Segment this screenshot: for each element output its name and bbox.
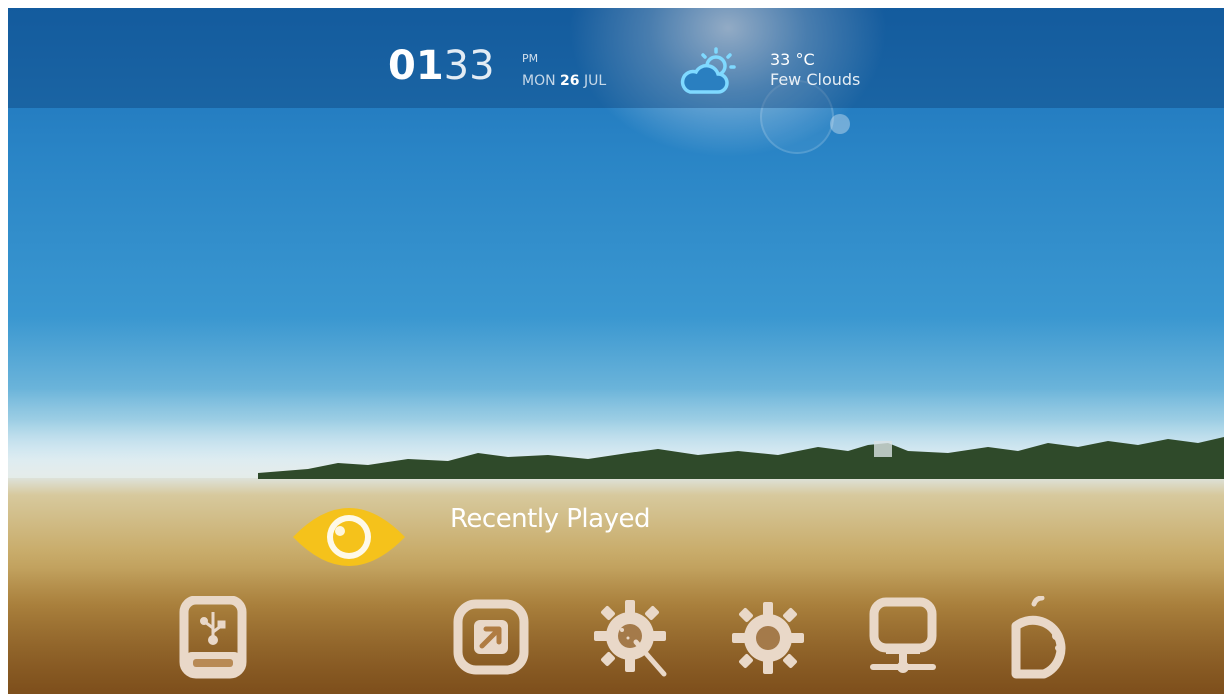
partly-cloudy-icon (680, 47, 736, 94)
clock-minute: 33 (443, 43, 495, 89)
wizard-gear-icon[interactable] (592, 596, 672, 680)
treeline (258, 437, 1224, 479)
network-computer-icon[interactable] (864, 596, 944, 680)
home-screen: 0133 PM MON 26 JUL 33 °C Few Clouds Rece… (8, 8, 1224, 694)
clock-date: MON 26 JUL (522, 73, 606, 89)
clock-ampm: PM (522, 52, 539, 65)
date-month: JUL (583, 73, 607, 89)
shortcut-arrow-icon[interactable] (452, 596, 532, 680)
usb-drive-icon[interactable] (176, 596, 256, 680)
lens-flare-dot (830, 114, 850, 134)
date-weekday: MON (522, 73, 556, 89)
status-bar (8, 8, 1224, 108)
clock-time: 0133 (388, 46, 495, 86)
eye-icon[interactable] (293, 497, 405, 577)
weather-temperature: 33 °C (770, 50, 815, 69)
weather-condition: Few Clouds (770, 70, 861, 89)
focus-label: Recently Played (450, 504, 650, 534)
date-day: 26 (560, 73, 580, 89)
clock-hour: 01 (388, 43, 444, 89)
apps-icon[interactable] (1000, 596, 1080, 680)
settings-gear-icon[interactable] (728, 596, 808, 680)
